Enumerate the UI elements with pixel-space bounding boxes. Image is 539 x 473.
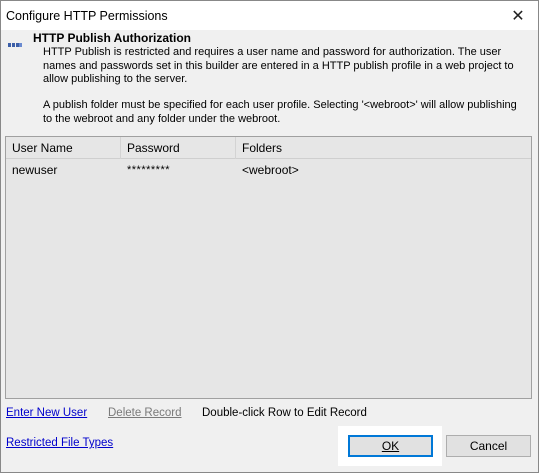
restricted-file-types-link[interactable]: Restricted File Types <box>6 437 113 449</box>
column-folders[interactable]: Folders <box>236 137 531 159</box>
enter-new-user-link[interactable]: Enter New User <box>6 407 87 419</box>
header-title: HTTP Publish Authorization <box>33 31 191 45</box>
cell-password: ********* <box>127 164 171 176</box>
table-row[interactable]: newuser ********* <webroot> <box>6 161 531 179</box>
close-icon[interactable]: ✕ <box>498 1 538 30</box>
ok-button[interactable]: OK <box>348 435 433 457</box>
delete-record-link: Delete Record <box>108 407 182 419</box>
window-title: Configure HTTP Permissions <box>6 8 168 23</box>
title-bar: Configure HTTP Permissions ✕ <box>1 1 538 30</box>
column-user-name[interactable]: User Name <box>6 137 121 159</box>
grid-header: User Name Password Folders <box>6 137 531 159</box>
cell-user-name: newuser <box>12 163 58 177</box>
cancel-button[interactable]: Cancel <box>446 435 531 457</box>
header-panel: HTTP Publish Authorization HTTP Publish … <box>1 30 538 131</box>
ok-button-label: OK <box>381 439 400 453</box>
users-icon <box>8 43 22 47</box>
column-password[interactable]: Password <box>121 137 236 159</box>
cell-folders: <webroot> <box>242 163 299 177</box>
users-grid[interactable]: User Name Password Folders newuser *****… <box>5 136 532 399</box>
edit-hint: Double-click Row to Edit Record <box>202 407 367 419</box>
configure-http-permissions-dialog: Configure HTTP Permissions ✕ HTTP Publis… <box>0 0 539 473</box>
header-description-webroot: A publish folder must be specified for e… <box>43 99 517 125</box>
header-description: HTTP Publish is restricted and requires … <box>43 46 514 85</box>
